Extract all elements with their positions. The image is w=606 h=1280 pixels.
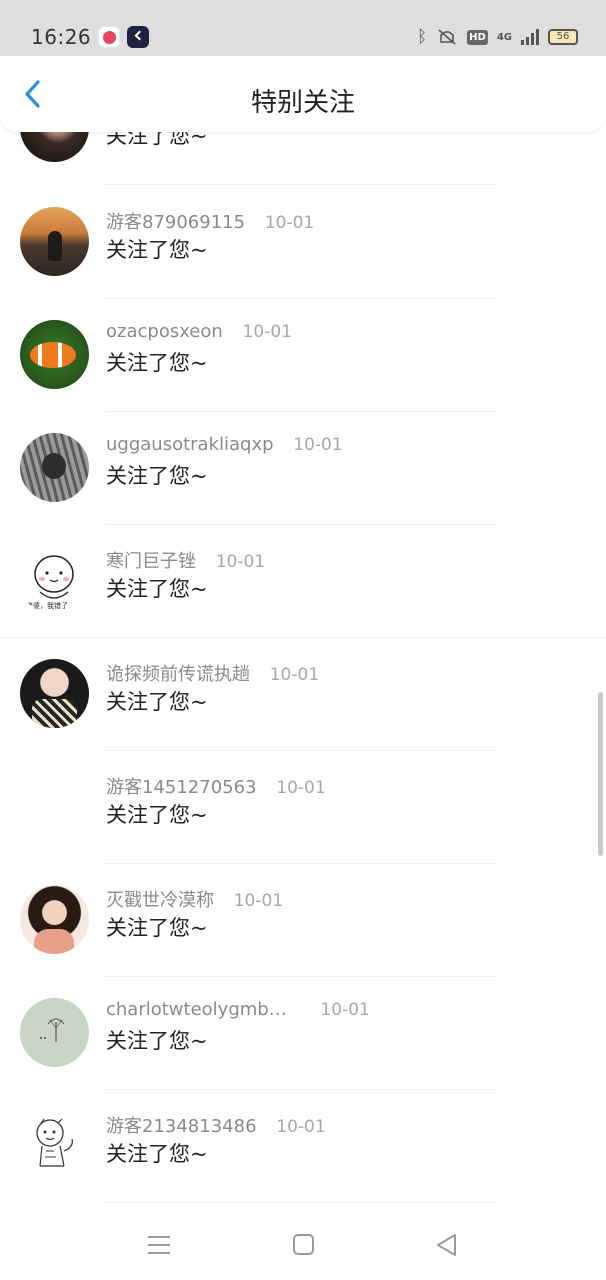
follow-date: 10-01 xyxy=(215,552,266,572)
divider xyxy=(106,1202,498,1203)
scrollbar[interactable] xyxy=(598,692,603,856)
follow-message: 关注了您~ xyxy=(106,690,208,714)
list-item[interactable]: 游客879069115 10-01 关注了您~ xyxy=(0,186,606,299)
username[interactable]: 游客2134813486 xyxy=(106,1116,257,1137)
username[interactable]: 游客879069115 xyxy=(106,212,245,233)
avatar[interactable] xyxy=(20,772,89,841)
follow-date: 10-01 xyxy=(233,891,284,911)
username[interactable]: 寒门巨子锉 xyxy=(106,551,196,572)
list-item[interactable]: 灭戳世冷漠称 10-01 关注了您~ xyxy=(0,864,606,977)
follow-date: 10-01 xyxy=(276,778,326,798)
avatar[interactable] xyxy=(20,433,89,502)
tree-icon xyxy=(40,1018,65,1042)
avatar-caption: 老婆，我错了 xyxy=(26,602,68,610)
username[interactable]: 诡探频前传谎执趟 xyxy=(106,664,250,685)
avatar[interactable] xyxy=(20,320,89,389)
follow-message: 关注了您~ xyxy=(106,238,208,262)
follow-date: 10-01 xyxy=(320,1000,370,1020)
system-nav-bar xyxy=(0,1210,606,1280)
follow-date: 10-01 xyxy=(293,435,343,455)
avatar[interactable]: 老婆，我错了 xyxy=(20,546,89,615)
username[interactable]: ozacposxeon xyxy=(106,321,223,342)
follow-date: 10-01 xyxy=(264,213,315,233)
list-item[interactable]: uggausotrakliaqxp 10-01 关注了您~ xyxy=(0,412,606,525)
username[interactable]: charlotwteolygmb… xyxy=(106,999,287,1020)
username[interactable]: 游客1451270563 xyxy=(106,777,257,798)
follow-message: 关注了您~ xyxy=(106,803,208,827)
list-item[interactable]: 老婆，我错了 寒门巨子锉 10-01 关注了您~ xyxy=(0,525,606,638)
follow-message: 关注了您~ xyxy=(106,1142,208,1166)
avatar[interactable] xyxy=(20,659,89,728)
follow-date: 10-01 xyxy=(276,1117,326,1137)
divider xyxy=(106,184,498,185)
follow-message: 关注了您~ xyxy=(106,1029,208,1053)
avatar[interactable] xyxy=(20,885,89,954)
follow-date: 10-01 xyxy=(269,665,320,685)
list-item[interactable]: ozacposxeon 10-01 关注了您~ xyxy=(0,299,606,412)
page-title: 特别关注 xyxy=(250,88,355,118)
avatar[interactable] xyxy=(20,998,89,1067)
home-square-icon[interactable] xyxy=(290,1232,318,1258)
avatar[interactable] xyxy=(20,207,89,276)
username[interactable]: uggausotrakliaqxp xyxy=(106,434,274,455)
follow-message: 关注了您~ xyxy=(106,916,208,940)
list-item[interactable]: charlotwteolygmb… 10-01 关注了您~ xyxy=(0,977,606,1090)
menu-icon[interactable] xyxy=(145,1232,173,1258)
follow-date: 10-01 xyxy=(242,322,292,342)
follow-message: 关注了您~ xyxy=(106,464,208,488)
list-item[interactable]: 游客2134813486 10-01 关注了您~ xyxy=(0,1090,606,1203)
list-item[interactable]: 诡探频前传谎执趟 10-01 关注了您~ xyxy=(0,638,606,751)
tiger-cartoon-icon xyxy=(36,1118,73,1167)
follow-message: 关注了您~ xyxy=(106,351,208,375)
special-follow-list[interactable]: 关注了您~ 游客879069115 10-01 关注了您~ ozacposxeo… xyxy=(0,0,606,1210)
list-item[interactable]: 游客1451270563 10-01 关注了您~ xyxy=(0,751,606,864)
app-header: 特别关注 xyxy=(0,56,606,132)
back-triangle-icon[interactable] xyxy=(433,1232,461,1258)
follow-message: 关注了您~ xyxy=(106,577,208,601)
avatar[interactable] xyxy=(20,1111,89,1180)
username[interactable]: 灭戳世冷漠称 xyxy=(106,890,214,911)
